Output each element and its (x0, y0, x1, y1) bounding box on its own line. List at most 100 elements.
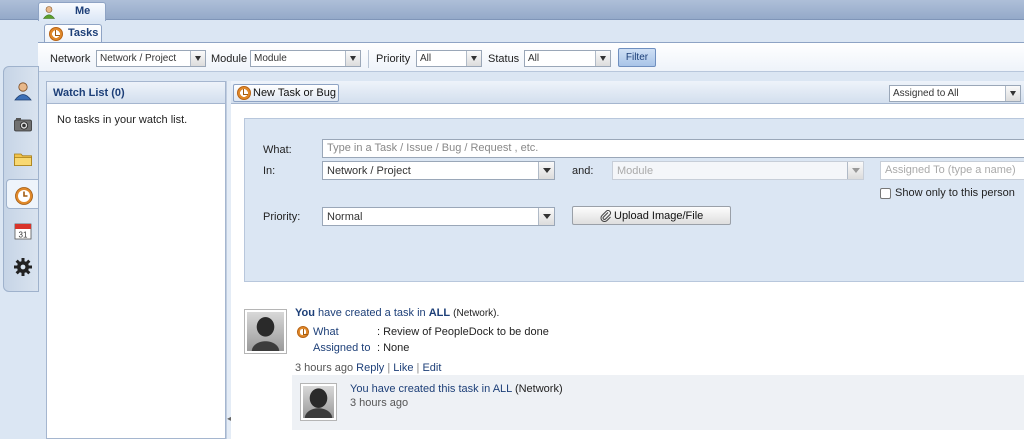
in-label: In: (263, 165, 276, 177)
rail-item-calendar[interactable]: 31 (6, 215, 38, 245)
user-icon (42, 6, 56, 19)
clock-icon (237, 86, 251, 100)
status-filter-label: Status (488, 53, 520, 65)
what-label: What: (263, 144, 292, 156)
tab-me[interactable]: Me (38, 2, 106, 21)
clock-icon (49, 27, 63, 41)
assigned-field-value: : None (377, 342, 410, 354)
separator: | (387, 362, 391, 374)
clock-icon (297, 326, 309, 338)
feed-action-text: have created a task in (318, 307, 426, 319)
tab-me-label: Me (75, 5, 91, 17)
paperclip-icon (600, 210, 611, 222)
divider (368, 50, 369, 68)
calendar-day: 31 (19, 231, 28, 240)
rail-item-profile[interactable] (6, 75, 38, 105)
calendar-icon: 31 (14, 223, 32, 240)
reply-timestamp: 3 hours ago (350, 397, 409, 409)
task-what-input[interactable]: Type in a Task / Issue / Bug / Request ,… (322, 139, 1024, 158)
chevron-down-icon (538, 162, 554, 179)
module-value: Module (617, 165, 654, 177)
chevron-down-icon (538, 208, 554, 225)
reply-action-text: have created this task in (371, 383, 491, 395)
main-panel: New Task or Bug Assigned to All What: Ty… (231, 81, 1024, 439)
chevron-down-icon (345, 51, 360, 66)
camera-icon (14, 118, 32, 132)
feed-entry-headline: You have created a task in ALL (Network)… (295, 307, 499, 319)
rail-item-photos[interactable] (6, 109, 38, 139)
chevron-down-icon (1005, 86, 1020, 101)
module-filter-label: Module (211, 53, 248, 65)
reply-actor-link[interactable]: You (350, 383, 369, 395)
filter-bar: Network Network / Project Module Module … (38, 42, 1024, 72)
avatar[interactable] (244, 309, 287, 354)
side-rail: 31 (3, 66, 39, 292)
show-only-checkbox[interactable] (880, 188, 891, 199)
priority-filter-value: All (420, 53, 432, 64)
rail-item-files[interactable] (6, 143, 38, 173)
priority-label: Priority: (263, 211, 301, 223)
upload-file-label: Upload Image/File (614, 210, 704, 222)
and-label: and: (572, 165, 594, 177)
reply-target-link[interactable]: ALL (493, 383, 512, 395)
network-project-value: Network / Project (327, 165, 411, 177)
chevron-down-icon (190, 51, 205, 66)
folder-icon (14, 153, 32, 166)
feed-timestamp: 3 hours ago (295, 362, 354, 374)
feed-entry-meta: 3 hours ago Reply | Like | Edit (295, 362, 441, 374)
chevron-down-icon (847, 162, 863, 179)
watch-list-panel: Watch List (0) No tasks in your watch li… (46, 81, 226, 439)
priority-value: Normal (327, 211, 363, 223)
status-filter-value: All (528, 53, 540, 64)
chevron-down-icon (595, 51, 610, 66)
sub-tab-row: Tasks (0, 21, 1024, 43)
upload-file-button[interactable]: Upload Image/File (572, 206, 731, 225)
feed-actor-link[interactable]: You (295, 307, 315, 319)
assigned-to-input[interactable]: Assigned To (type a name) (880, 161, 1024, 180)
module-filter-select[interactable]: Module (250, 50, 361, 67)
feed-target-link[interactable]: ALL (429, 307, 450, 319)
tab-tasks[interactable]: Tasks (44, 24, 102, 43)
gear-icon (14, 258, 32, 276)
new-task-button[interactable]: New Task or Bug (233, 84, 339, 102)
reply-item: You have created this task in ALL (Netwo… (292, 375, 1024, 430)
chevron-down-icon (466, 51, 481, 66)
assigned-field-label: Assigned to (313, 342, 371, 354)
rail-item-tasks[interactable] (6, 179, 38, 209)
reply-link[interactable]: Reply (356, 362, 384, 374)
edit-link[interactable]: Edit (422, 362, 441, 374)
priority-filter-select[interactable]: All (416, 50, 482, 67)
watch-list-empty-text: No tasks in your watch list. (57, 114, 188, 126)
reply-target-type: (Network) (514, 383, 563, 395)
separator: | (416, 362, 420, 374)
network-project-select[interactable]: Network / Project (322, 161, 555, 180)
like-link[interactable]: Like (393, 362, 413, 374)
tab-tasks-label: Tasks (68, 27, 99, 39)
what-field-label: What (313, 326, 339, 338)
clock-icon (15, 187, 33, 205)
rail-item-settings[interactable] (6, 251, 38, 281)
module-select[interactable]: Module (612, 161, 864, 180)
feed-target-type: (Network). (453, 308, 500, 319)
priority-select[interactable]: Normal (322, 207, 555, 226)
avatar[interactable] (300, 383, 337, 421)
avatar-photo (303, 386, 334, 418)
top-bar: Me (0, 0, 1024, 21)
status-filter-select[interactable]: All (524, 50, 611, 67)
assigned-filter-value: Assigned to All (893, 88, 959, 99)
new-task-button-label: New Task or Bug (253, 87, 336, 99)
network-filter-value: Network / Project (100, 53, 177, 64)
avatar-photo (247, 312, 284, 351)
assigned-filter-select[interactable]: Assigned to All (889, 85, 1021, 102)
network-filter-select[interactable]: Network / Project (96, 50, 206, 67)
watch-list-title: Watch List (0) (47, 82, 225, 104)
priority-filter-label: Priority (376, 53, 411, 65)
network-filter-label: Network (50, 53, 91, 65)
what-field-value: : Review of PeopleDock to be done (377, 326, 549, 338)
show-only-label: Show only to this person (895, 187, 1015, 199)
filter-button[interactable]: Filter (618, 48, 656, 67)
main-toolbar: New Task or Bug Assigned to All (231, 81, 1024, 104)
reply-headline: You have created this task in ALL (Netwo… (350, 383, 563, 395)
module-filter-value: Module (254, 53, 287, 64)
user-icon (14, 82, 32, 101)
